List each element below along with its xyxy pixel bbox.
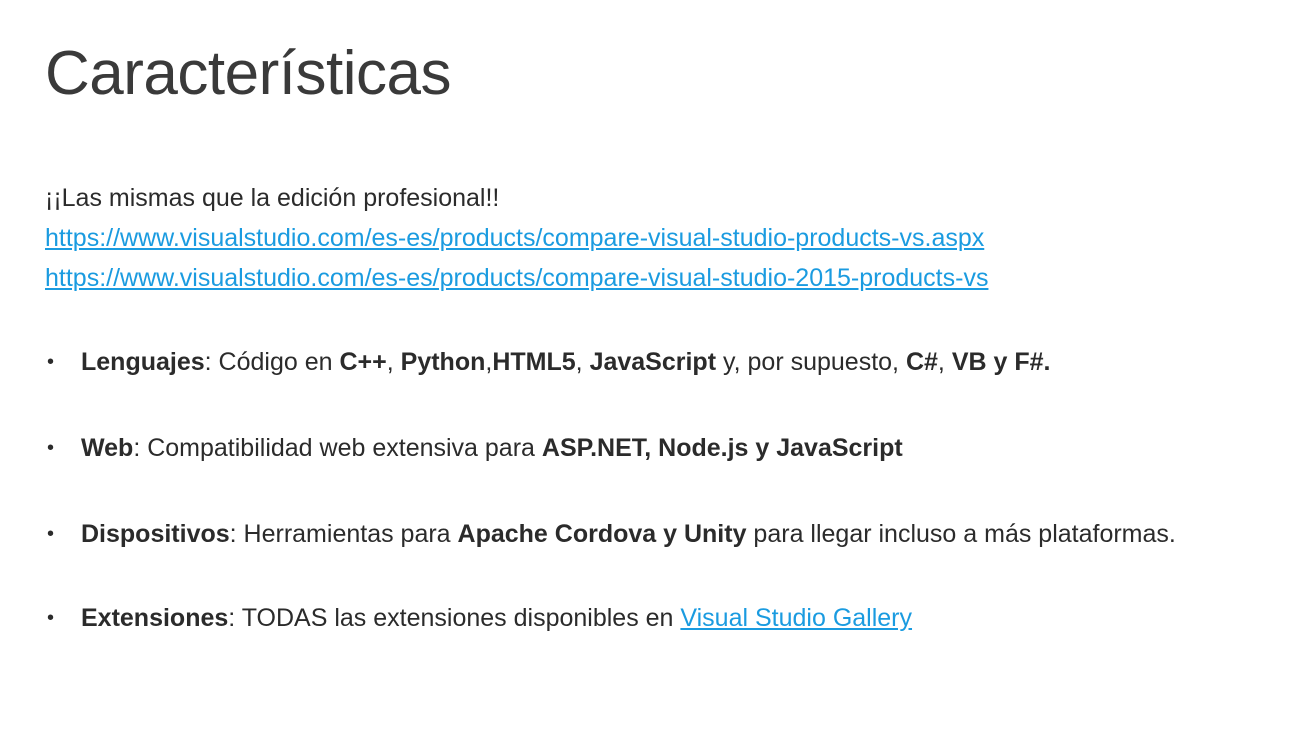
intro-link-row-2: https://www.visualstudio.com/es-es/produ…: [45, 258, 1275, 298]
bullet-lenguajes: Lenguajes: Código en C++, Python,HTML5, …: [45, 346, 1260, 378]
feature-list: Lenguajes: Código en C++, Python,HTML5, …: [45, 346, 1260, 634]
bullet-emphasis: JavaScript: [589, 348, 717, 376]
bullet-emphasis: C#: [905, 348, 938, 376]
slide-title: Características: [45, 39, 451, 108]
bullet-web: Web: Compatibilidad web extensiva para A…: [45, 432, 1260, 464]
bullet-label: Extensiones: [81, 604, 229, 632]
visual-studio-gallery-link[interactable]: Visual Studio Gallery: [680, 604, 912, 632]
bullet-emphasis: ASP.NET, Node.js y JavaScript: [541, 434, 903, 462]
bullet-text: y, por supuesto,: [716, 348, 906, 376]
bullet-emphasis: HTML5: [492, 348, 576, 376]
bullet-text: para llegar incluso a más plataformas.: [746, 520, 1176, 548]
bullet-text: : Herramientas para: [229, 520, 458, 548]
bullet-dispositivos: Dispositivos: Herramientas para Apache C…: [45, 518, 1260, 550]
bullet-text: ,: [386, 348, 401, 376]
intro-text: ¡¡Las mismas que la edición profesional!…: [45, 184, 500, 212]
bullet-label: Lenguajes: [81, 348, 205, 376]
bullet-emphasis: Python: [400, 348, 486, 376]
bullet-text: ,: [575, 348, 590, 376]
bullet-emphasis: VB y F#.: [951, 348, 1051, 376]
bullet-emphasis: C++: [339, 348, 387, 376]
bullet-label: Dispositivos: [81, 520, 230, 548]
bullet-extensiones: Extensiones: TODAS las extensiones dispo…: [45, 602, 1260, 634]
bullet-text: : Compatibilidad web extensiva para: [133, 434, 542, 462]
bullet-text: : TODAS las extensiones disponibles en: [228, 604, 681, 632]
intro-link-row-1: https://www.visualstudio.com/es-es/produ…: [45, 218, 1275, 258]
bullet-text: ,: [937, 348, 952, 376]
intro-block: ¡¡Las mismas que la edición profesional!…: [45, 178, 1275, 298]
bullet-label: Web: [81, 434, 134, 462]
bullet-emphasis: Apache Cordova y Unity: [457, 520, 747, 548]
bullet-text: : Código en: [204, 348, 340, 376]
compare-products-link[interactable]: https://www.visualstudio.com/es-es/produ…: [45, 224, 984, 252]
compare-2015-products-link[interactable]: https://www.visualstudio.com/es-es/produ…: [45, 264, 988, 292]
slide: Características ¡¡Las mismas que la edic…: [0, 0, 1305, 734]
